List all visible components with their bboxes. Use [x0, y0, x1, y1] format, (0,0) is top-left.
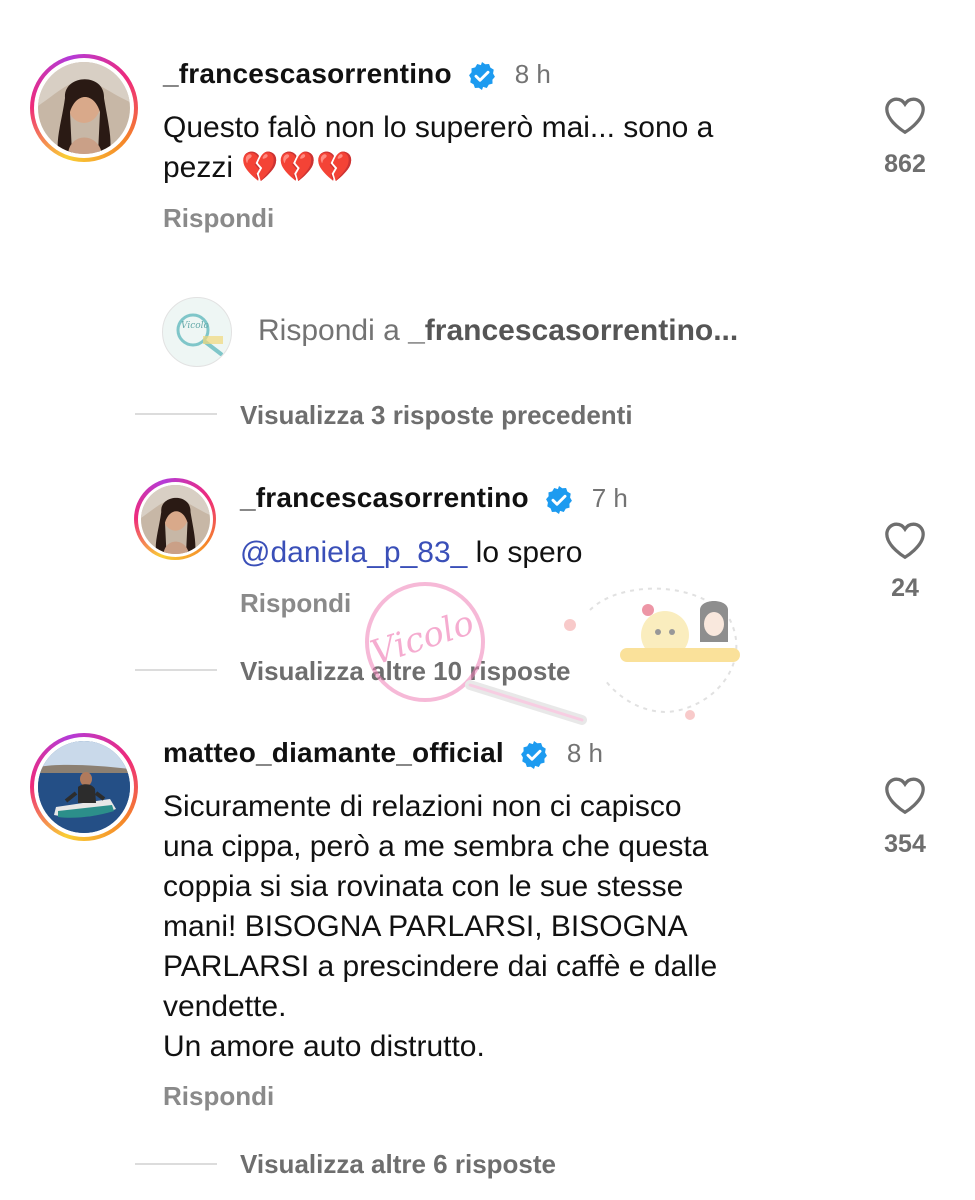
comment-text: Questo falò non lo supererò mai... sono … [163, 108, 863, 188]
username[interactable]: matteo_diamante_official [163, 737, 504, 768]
comment-header: _francescasorrentino 8 h [163, 58, 551, 97]
view-previous-replies-button[interactable]: Visualizza 3 risposte precedenti [240, 400, 633, 431]
timestamp: 8 h [566, 738, 603, 768]
like-button[interactable] [883, 775, 927, 820]
timestamp: 7 h [591, 483, 628, 513]
comment-line: PARLARSI a prescindere dai caffè e dalle [163, 950, 718, 983]
like-button[interactable] [883, 520, 927, 565]
comment-line: una cippa, però a me sembra che questa [163, 830, 709, 863]
like-button[interactable] [883, 95, 927, 140]
comment-line: Sicuramente di relazioni non ci capisco [163, 790, 682, 823]
username[interactable]: _francescasorrentino [240, 482, 529, 513]
thread-divider [135, 1163, 217, 1165]
current-user-avatar: Vicolo [162, 297, 232, 367]
thread-divider [135, 669, 217, 671]
comment-line: vendette. [163, 990, 287, 1023]
comment-header: _francescasorrentino 7 h [240, 482, 628, 521]
avatar-francescasorrentino[interactable] [30, 54, 138, 162]
avatar-matteo-diamante[interactable] [30, 733, 138, 841]
reply-input-prefix: Rispondi a [258, 314, 409, 347]
verified-badge-icon [466, 60, 498, 97]
reply-input-target: _francescasorrentino... [408, 314, 739, 347]
verified-badge-icon [518, 739, 550, 776]
avatar-francescasorrentino[interactable] [134, 478, 216, 560]
svg-text:Vicolo: Vicolo [181, 321, 210, 331]
comment-body: lo spero [467, 536, 583, 569]
comment-line: pezzi 💔💔💔 [163, 151, 354, 184]
like-count: 354 [884, 830, 926, 858]
reply-button[interactable]: Rispondi [163, 203, 274, 234]
heart-outline-icon [885, 777, 925, 815]
thread-divider [135, 413, 217, 415]
like-count: 24 [891, 574, 919, 602]
reply-button[interactable]: Rispondi [163, 1081, 274, 1112]
view-more-replies-button[interactable]: Visualizza altre 6 risposte [240, 1149, 556, 1180]
username[interactable]: _francescasorrentino [163, 58, 452, 89]
like-count: 862 [884, 150, 926, 178]
watermark-logo: Vicolo [320, 580, 750, 730]
comment-line: Questo falò non lo supererò mai... sono … [163, 111, 714, 144]
comment-line: mani! BISOGNA PARLARSI, BISOGNA [163, 910, 688, 943]
view-more-replies-button[interactable]: Visualizza altre 10 risposte [240, 656, 570, 687]
heart-outline-icon [885, 522, 925, 560]
comment-text: Sicuramente di relazioni non ci capisco … [163, 787, 863, 1067]
timestamp: 8 h [514, 59, 551, 89]
reply-button[interactable]: Rispondi [240, 588, 351, 619]
comment-header: matteo_diamante_official 8 h [163, 737, 603, 776]
reply-input[interactable]: Rispondi a _francescasorrentino... [258, 314, 738, 348]
comment-line: Un amore auto distrutto. [163, 1030, 485, 1063]
mention-link[interactable]: @daniela_p_83_ [240, 536, 467, 569]
verified-badge-icon [543, 484, 575, 521]
comment-line: coppia si sia rovinata con le sue stesse [163, 870, 684, 903]
heart-outline-icon [885, 97, 925, 135]
comment-text: @daniela_p_83_ lo spero [240, 533, 582, 573]
